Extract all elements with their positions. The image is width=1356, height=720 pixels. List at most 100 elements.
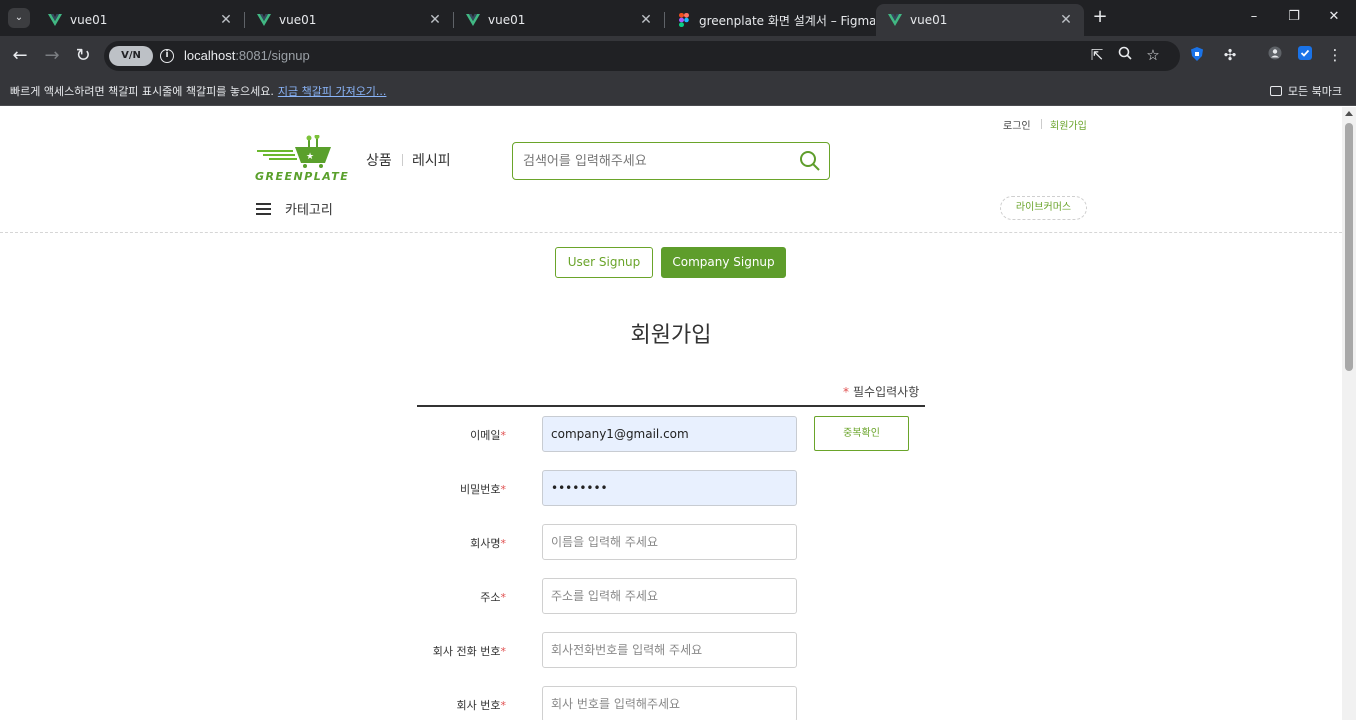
site-info-icon[interactable]: i <box>160 49 174 63</box>
tab-search-button[interactable]: ⌄ <box>8 8 30 28</box>
more-menu-icon[interactable]: ⋮ <box>1326 46 1344 64</box>
browser-tab-active[interactable]: vue01 ✕ <box>876 4 1084 36</box>
forward-icon[interactable]: → <box>42 46 62 66</box>
tab-title: vue01 <box>279 13 317 27</box>
minimize-icon[interactable]: – <box>1246 9 1262 25</box>
required-star: * <box>500 645 507 658</box>
company-phone-label-text: 회사 전화 번호 <box>432 645 501 658</box>
required-star: * <box>500 483 507 496</box>
cart-logo-icon: ★ <box>257 134 331 168</box>
company-number-field[interactable] <box>542 686 797 720</box>
vpn-extension-badge[interactable]: V/N <box>109 46 153 66</box>
duplicate-check-button[interactable]: 중복확인 <box>814 416 909 451</box>
profile-icon[interactable] <box>1266 46 1284 64</box>
search-input[interactable] <box>523 151 783 171</box>
signup-link[interactable]: 회원가입 <box>1050 117 1087 132</box>
restore-icon[interactable]: ❐ <box>1286 9 1302 25</box>
company-signup-tab[interactable]: Company Signup <box>661 247 786 278</box>
greenplate-logo[interactable]: ★ GREENPLATE <box>255 134 350 185</box>
browser-tab[interactable]: greenplate 화면 설계서 – Figma <box>665 4 875 36</box>
company-name-label: 회사명* <box>396 535 506 551</box>
browser-tab[interactable]: vue01 ✕ <box>36 4 244 36</box>
back-icon[interactable]: ← <box>10 46 30 66</box>
bookmark-bar: 빠르게 액세스하려면 책갈피 표시줄에 책갈피를 놓으세요. 지금 책갈피 가져오… <box>0 76 1356 106</box>
scroll-up-arrow-icon[interactable] <box>1345 111 1353 116</box>
extension-shield-icon[interactable] <box>1188 46 1206 64</box>
address-label: 주소* <box>396 589 506 605</box>
extensions-puzzle-icon[interactable]: ✣ <box>1221 46 1239 64</box>
zoom-icon[interactable] <box>1116 46 1134 64</box>
svg-text:★: ★ <box>306 152 314 162</box>
url-text[interactable]: localhost:8081/signup <box>184 48 310 63</box>
category-label: 카테고리 <box>285 203 333 218</box>
scroll-thumb[interactable] <box>1345 123 1353 371</box>
bookmark-star-icon[interactable]: ☆ <box>1144 46 1162 64</box>
web-page: 로그인 회원가입 ★ GREENPLATE 상품 레시피 카테고리 라이 <box>0 107 1342 720</box>
required-star: * <box>500 699 507 712</box>
category-menu[interactable]: 카테고리 <box>256 199 333 218</box>
required-star: * <box>500 537 507 550</box>
vue-icon <box>466 13 480 27</box>
close-tab-icon[interactable]: ✕ <box>427 12 443 28</box>
vue-icon <box>48 13 62 27</box>
close-window-icon[interactable]: ✕ <box>1326 9 1342 25</box>
vue-icon <box>257 13 271 27</box>
company-phone-field[interactable] <box>542 632 797 668</box>
header-divider <box>0 232 1342 233</box>
required-star: * <box>500 591 507 604</box>
live-commerce-button[interactable]: 라이브커머스 <box>1000 196 1087 220</box>
company-number-label-text: 회사 번호 <box>456 699 501 712</box>
all-bookmarks-label: 모든 북마크 <box>1287 85 1342 98</box>
bookmark-bar-text: 빠르게 액세스하려면 책갈피 표시줄에 책갈피를 놓으세요. <box>10 85 274 98</box>
tab-title: vue01 <box>910 13 948 27</box>
figma-icon <box>677 13 691 27</box>
required-note-text: 필수입력사항 <box>853 385 920 399</box>
password-label-text: 비밀번호 <box>460 483 501 496</box>
extension-check-icon[interactable] <box>1296 46 1314 64</box>
nav-divider <box>402 154 403 166</box>
company-number-label: 회사 번호* <box>396 697 506 713</box>
tab-title: vue01 <box>488 13 526 27</box>
browser-tab-bar: ⌄ vue01 ✕ vue01 ✕ vue01 ✕ greenplate 화면 … <box>0 0 1356 36</box>
bookmark-bar-message: 빠르게 액세스하려면 책갈피 표시줄에 책갈피를 놓으세요. 지금 책갈피 가져오… <box>10 83 386 99</box>
required-star: * <box>500 429 507 442</box>
import-bookmarks-link[interactable]: 지금 책갈피 가져오기... <box>278 85 387 98</box>
util-divider <box>1041 119 1042 129</box>
password-label: 비밀번호* <box>396 481 506 497</box>
nav-products[interactable]: 상품 <box>366 150 392 170</box>
search-icon[interactable] <box>799 150 821 172</box>
new-tab-button[interactable]: + <box>1090 7 1110 27</box>
company-phone-label: 회사 전화 번호* <box>396 643 506 659</box>
password-field[interactable] <box>542 470 797 506</box>
reload-icon[interactable]: ↻ <box>73 46 93 66</box>
user-signup-tab[interactable]: User Signup <box>555 247 653 278</box>
url-path: :8081/signup <box>235 48 310 63</box>
tab-title: greenplate 화면 설계서 – Figma <box>699 13 875 28</box>
browser-tab[interactable]: vue01 ✕ <box>245 4 453 36</box>
close-tab-icon[interactable]: ✕ <box>1058 12 1074 28</box>
url-host: localhost <box>184 48 236 63</box>
company-name-label-text: 회사명 <box>470 537 501 550</box>
folder-icon <box>1269 86 1282 96</box>
address-field[interactable] <box>542 578 797 614</box>
browser-tab[interactable]: vue01 ✕ <box>454 4 664 36</box>
logo-wordmark: GREENPLATE <box>255 170 350 183</box>
page-scrollbar[interactable] <box>1342 107 1356 720</box>
address-bar[interactable]: V/N i localhost:8081/signup <box>104 41 1180 71</box>
nav-recipes[interactable]: 레시피 <box>412 150 451 170</box>
vue-icon <box>888 13 902 27</box>
close-tab-icon[interactable]: ✕ <box>218 12 234 28</box>
hamburger-menu-icon <box>256 202 271 215</box>
login-link[interactable]: 로그인 <box>1003 117 1031 132</box>
share-icon[interactable]: ⇱ <box>1088 46 1106 64</box>
browser-toolbar: ← → ↻ V/N i localhost:8081/signup ⇱ ☆ ✣ … <box>0 36 1356 76</box>
company-name-field[interactable] <box>542 524 797 560</box>
all-bookmarks-button[interactable]: 모든 북마크 <box>1269 83 1342 99</box>
close-tab-icon[interactable]: ✕ <box>638 12 654 28</box>
form-top-divider <box>417 405 925 407</box>
email-label-text: 이메일 <box>470 429 501 442</box>
required-note: * 필수입력사항 <box>843 383 919 400</box>
required-star: * <box>843 385 849 399</box>
page-title: 회원가입 <box>630 323 712 348</box>
email-field[interactable] <box>542 416 797 452</box>
